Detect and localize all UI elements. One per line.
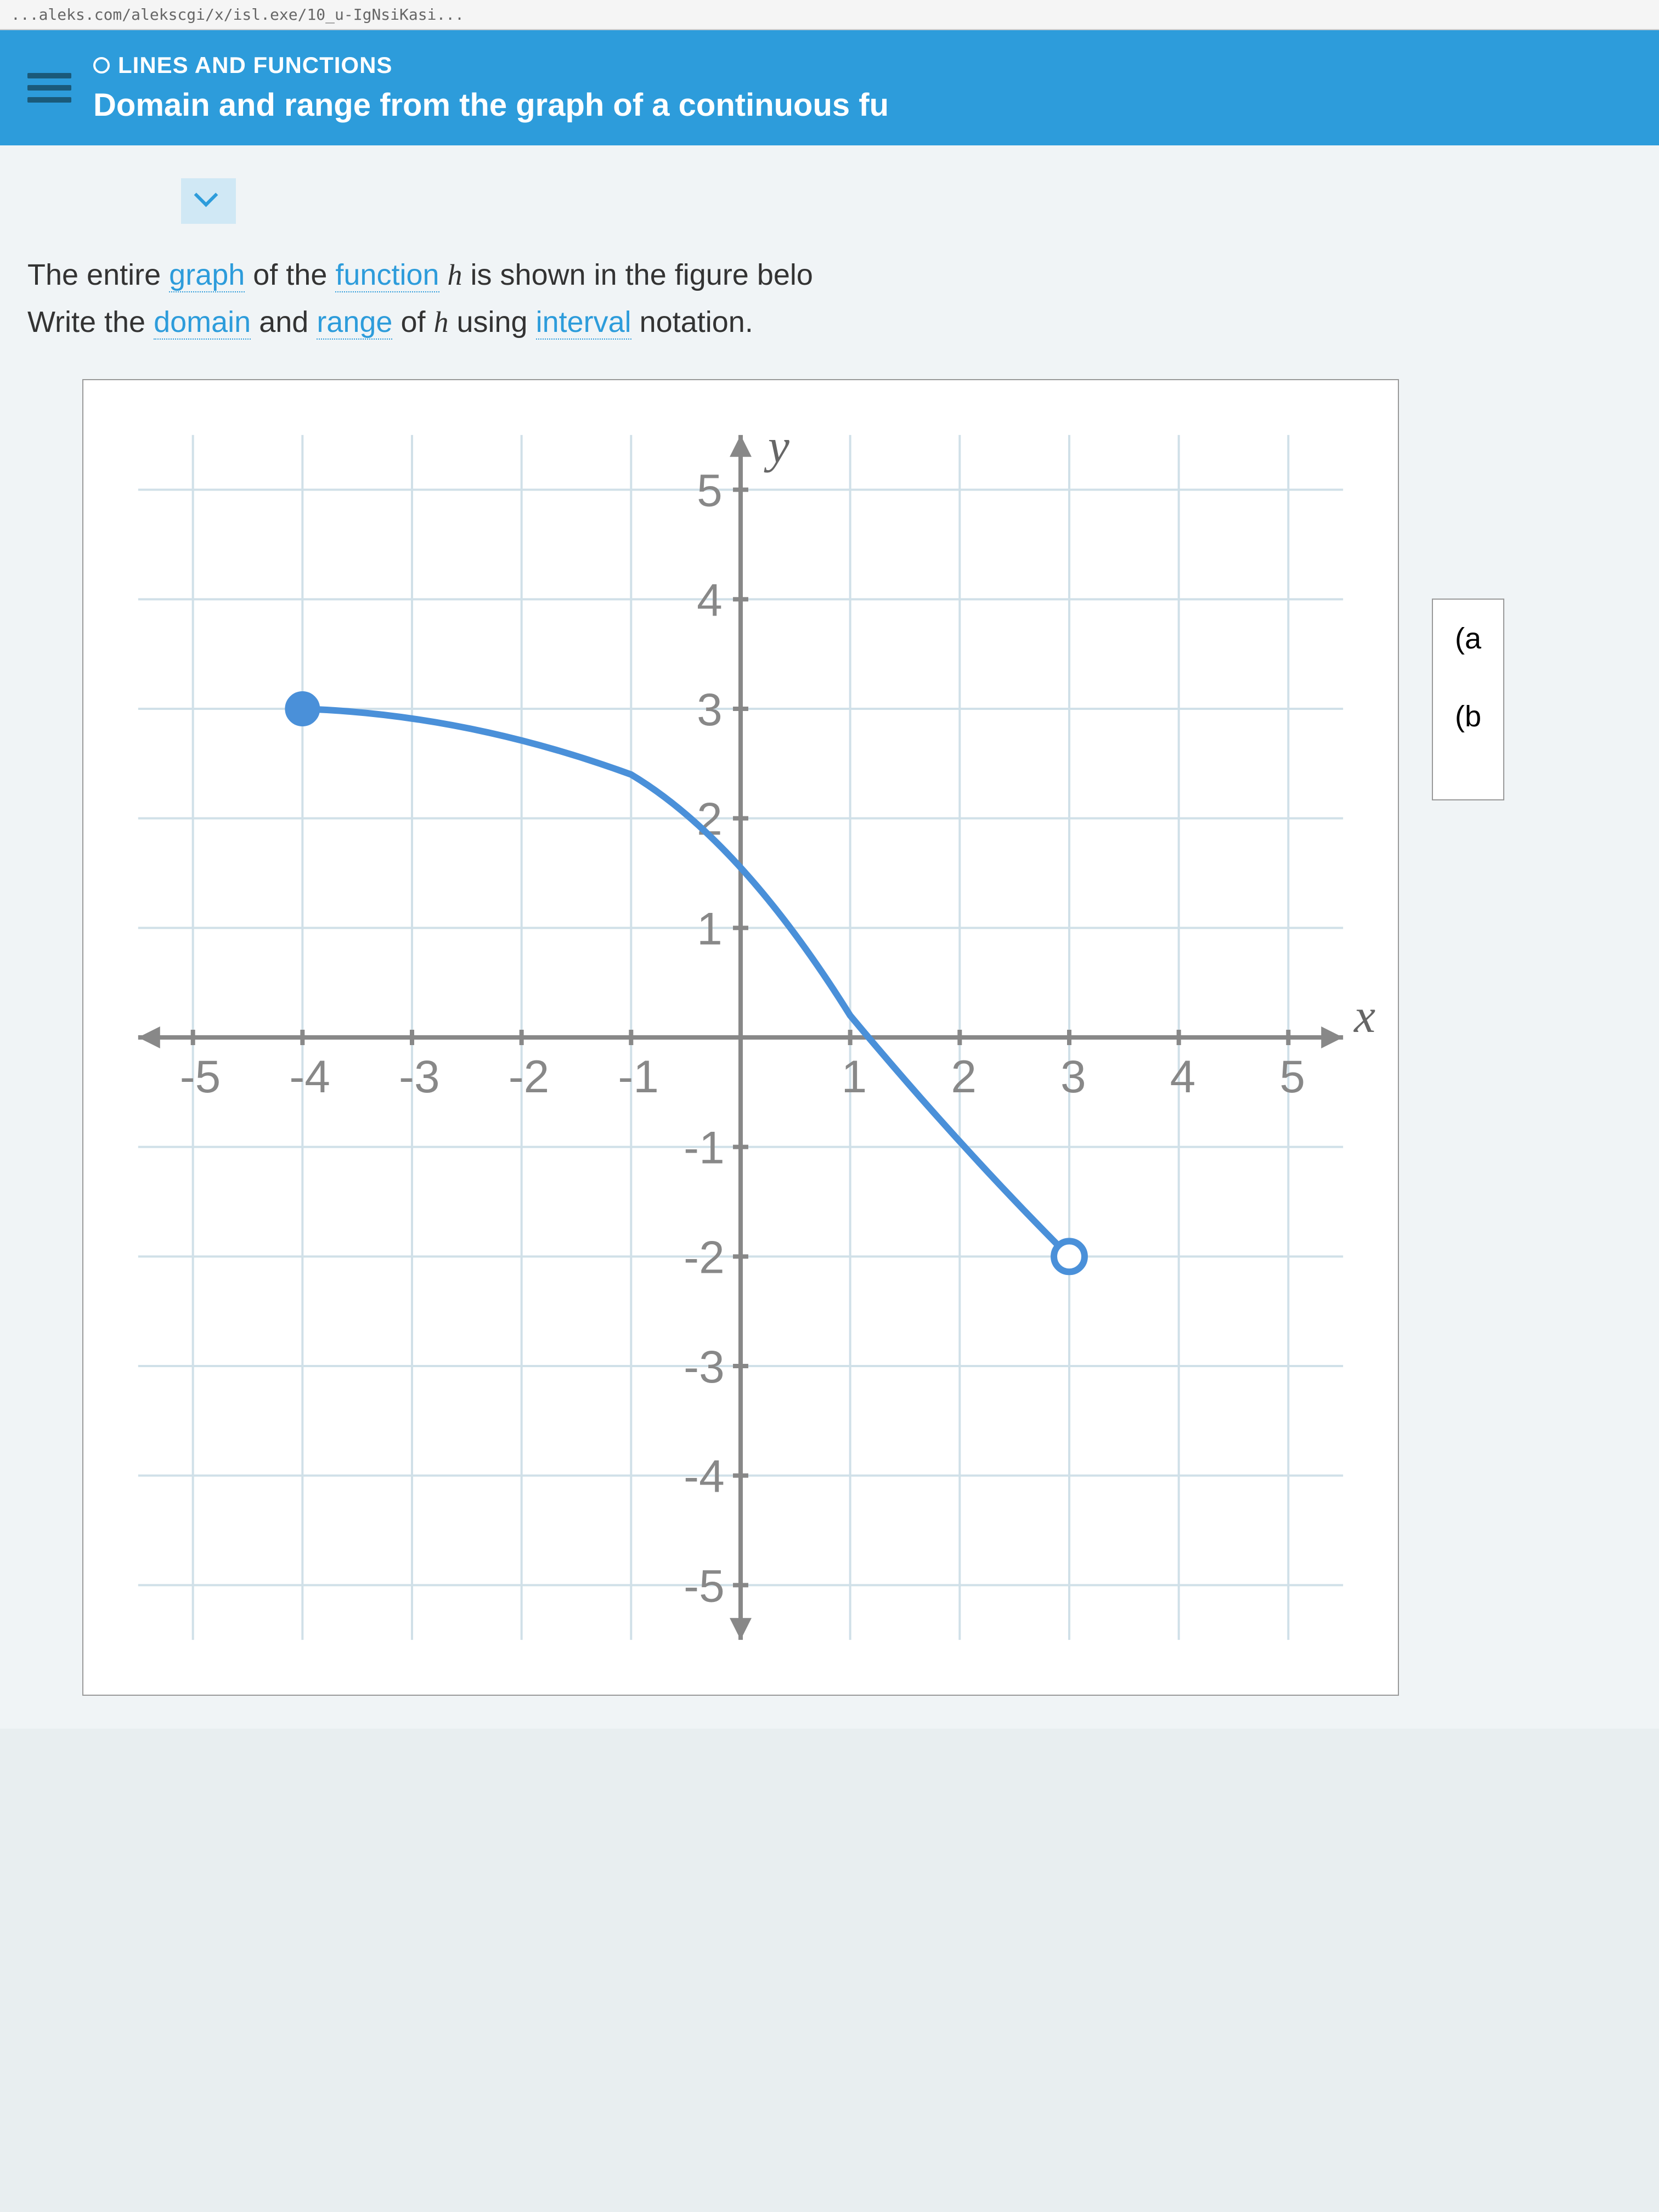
text: of	[392, 306, 433, 338]
header: LINES AND FUNCTIONS Domain and range fro…	[0, 30, 1659, 145]
y-tick: 4	[697, 574, 723, 625]
x-tick: -1	[618, 1051, 659, 1102]
x-tick: -5	[180, 1051, 221, 1102]
answer-box: (a (b	[1432, 599, 1504, 800]
hamburger-menu-icon[interactable]	[27, 73, 71, 103]
var-h: h	[433, 306, 448, 338]
text: of the	[245, 258, 335, 291]
y-tick: -5	[684, 1560, 725, 1611]
y-tick: -2	[684, 1231, 725, 1283]
graph-svg: x y -5 -4 -3 -2 -1 1 2 3 4 5 5 4 3 2	[83, 380, 1398, 1695]
x-axis-arrow-right	[1321, 1026, 1343, 1048]
y-tick: -1	[684, 1121, 725, 1173]
dropdown-button[interactable]	[181, 178, 236, 224]
y-tick: 5	[697, 464, 723, 516]
y-tick: 1	[697, 902, 723, 954]
category-row: LINES AND FUNCTIONS	[93, 52, 1632, 78]
x-tick: 1	[842, 1051, 867, 1102]
category-label: LINES AND FUNCTIONS	[118, 52, 392, 78]
x-tick: -2	[509, 1051, 550, 1102]
y-tick: -4	[684, 1450, 725, 1502]
var-h: h	[448, 258, 462, 291]
x-tick: 2	[951, 1051, 977, 1102]
x-axis-label: x	[1353, 990, 1375, 1043]
url-bar: ...aleks.com/alekscgi/x/isl.exe/10_u-IgN…	[0, 0, 1659, 30]
answer-a-label: (a	[1455, 622, 1481, 656]
text: Write the	[27, 306, 154, 338]
y-axis-arrow-up	[730, 435, 752, 457]
link-range[interactable]: range	[317, 306, 392, 340]
y-axis-arrow-down	[730, 1618, 752, 1640]
y-tick: 3	[697, 684, 723, 735]
graph-box: x y -5 -4 -3 -2 -1 1 2 3 4 5 5 4 3 2	[82, 379, 1399, 1696]
link-interval[interactable]: interval	[536, 306, 631, 340]
text: using	[448, 306, 535, 338]
text: is shown in the figure belo	[462, 258, 813, 291]
problem-statement: The entire graph of the function h is sh…	[27, 251, 1632, 346]
x-tick: 5	[1279, 1051, 1305, 1102]
header-content: LINES AND FUNCTIONS Domain and range fro…	[93, 52, 1632, 123]
function-curve	[302, 709, 1069, 1256]
graph-container: x y -5 -4 -3 -2 -1 1 2 3 4 5 5 4 3 2	[27, 379, 1632, 1696]
answer-b-label: (b	[1455, 699, 1481, 733]
page-title: Domain and range from the graph of a con…	[93, 87, 1632, 123]
content-area: The entire graph of the function h is sh…	[0, 145, 1659, 1729]
chevron-down-icon	[198, 189, 219, 211]
y-tick: -3	[684, 1341, 725, 1392]
open-endpoint	[1054, 1241, 1085, 1272]
text: and	[251, 306, 317, 338]
x-tick: 3	[1060, 1051, 1086, 1102]
text: The entire	[27, 258, 169, 291]
url-text: ...aleks.com/alekscgi/x/isl.exe/10_u-IgN…	[11, 5, 464, 24]
x-tick: 4	[1170, 1051, 1196, 1102]
y-axis-label: y	[764, 420, 790, 473]
link-function[interactable]: function	[335, 258, 439, 292]
text	[439, 258, 448, 291]
x-tick: -3	[399, 1051, 440, 1102]
text: notation.	[631, 306, 753, 338]
link-domain[interactable]: domain	[154, 306, 251, 340]
link-graph[interactable]: graph	[169, 258, 245, 292]
x-axis-arrow-left	[138, 1026, 160, 1048]
closed-endpoint	[287, 693, 318, 724]
x-tick: -4	[289, 1051, 330, 1102]
circle-icon	[93, 57, 110, 74]
